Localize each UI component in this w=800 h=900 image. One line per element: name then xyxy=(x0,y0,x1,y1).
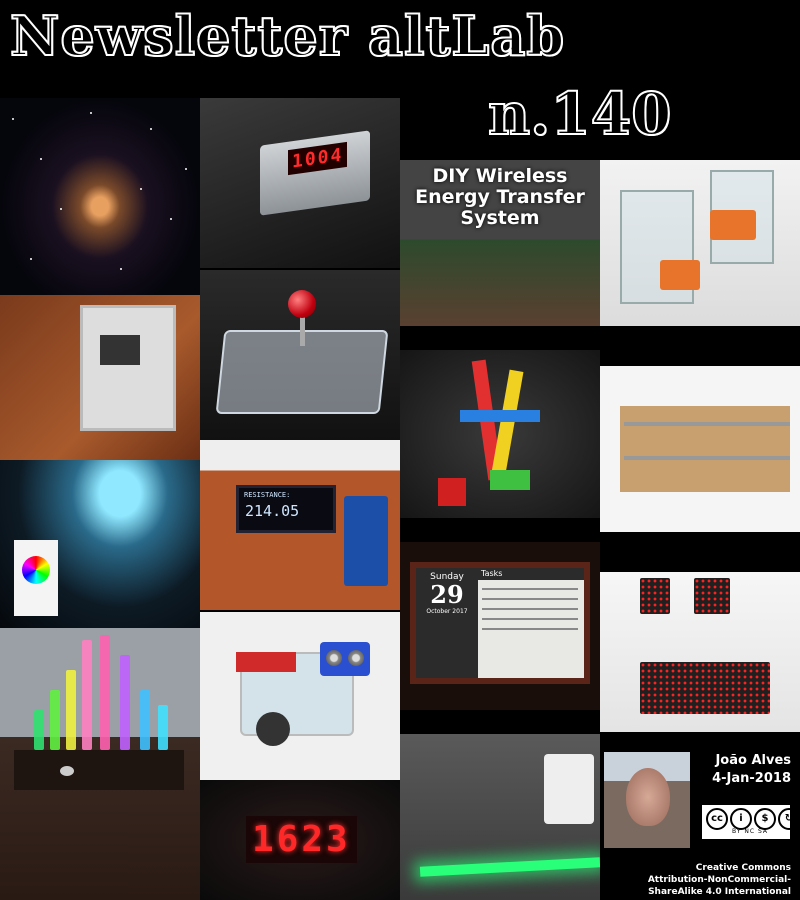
oled-value: 214.05 xyxy=(245,502,300,520)
calendar-tasks-header: Tasks xyxy=(478,568,584,580)
photo-rgb-lamp xyxy=(0,460,200,628)
clock-display: 1623 xyxy=(246,816,357,863)
photo-led-strip xyxy=(400,734,600,900)
cc-license-badge: cc i $ ↻ BY NC SA xyxy=(700,803,800,841)
by-icon: i xyxy=(730,808,752,830)
calendar-date: 29 xyxy=(430,580,464,609)
photo-plexi-machine xyxy=(600,160,800,326)
oled-screen: RESISTANCE: 214.05 xyxy=(236,485,336,533)
photo-led-matrix xyxy=(600,572,800,732)
calendar-month: October 2017 xyxy=(426,608,468,615)
author-photo xyxy=(604,752,690,848)
newsletter-title: Newsletter altLab xyxy=(9,3,566,69)
cc-icon: cc xyxy=(706,808,728,830)
photo-diy-wireless: DIY Wireless Energy Transfer System xyxy=(400,160,600,326)
photo-galaxy xyxy=(0,98,200,295)
issue-number: n.140 xyxy=(487,79,672,149)
joystick-ball xyxy=(288,290,316,318)
photo-joystick-box xyxy=(200,270,400,440)
author-info: João Alves 4-Jan-2018 xyxy=(712,752,791,788)
ultrasonic-sensor xyxy=(320,642,370,676)
sa-icon: ↻ xyxy=(778,808,800,830)
color-wheel-icon xyxy=(22,556,50,584)
timer-enclosure xyxy=(260,130,370,216)
license-text: Creative Commons Attribution-NonCommerci… xyxy=(647,863,791,897)
arduino-nano xyxy=(344,496,388,586)
photo-light-tubes xyxy=(0,628,200,900)
photo-eink-calendar: Sunday 29 October 2017 Tasks xyxy=(400,542,600,710)
photo-linear-rails xyxy=(600,366,800,532)
cc-badge-text: BY NC SA xyxy=(732,828,768,835)
diy-caption: DIY Wireless Energy Transfer System xyxy=(415,165,585,229)
photo-mini-cnc xyxy=(0,295,200,460)
photo-timer-box: 1004 xyxy=(200,98,400,268)
issue-date: 4-Jan-2018 xyxy=(712,771,791,786)
author-name: João Alves xyxy=(715,753,791,768)
photo-resistance-meter: RESISTANCE: 214.05 xyxy=(200,440,400,610)
photo-robot-car xyxy=(200,612,400,780)
oled-label: RESISTANCE: xyxy=(244,491,291,499)
photo-led-clock: 1623 xyxy=(200,780,400,900)
nc-icon: $ xyxy=(754,808,776,830)
led-strip xyxy=(419,857,600,877)
photo-3d-print-sculpture xyxy=(400,350,600,518)
